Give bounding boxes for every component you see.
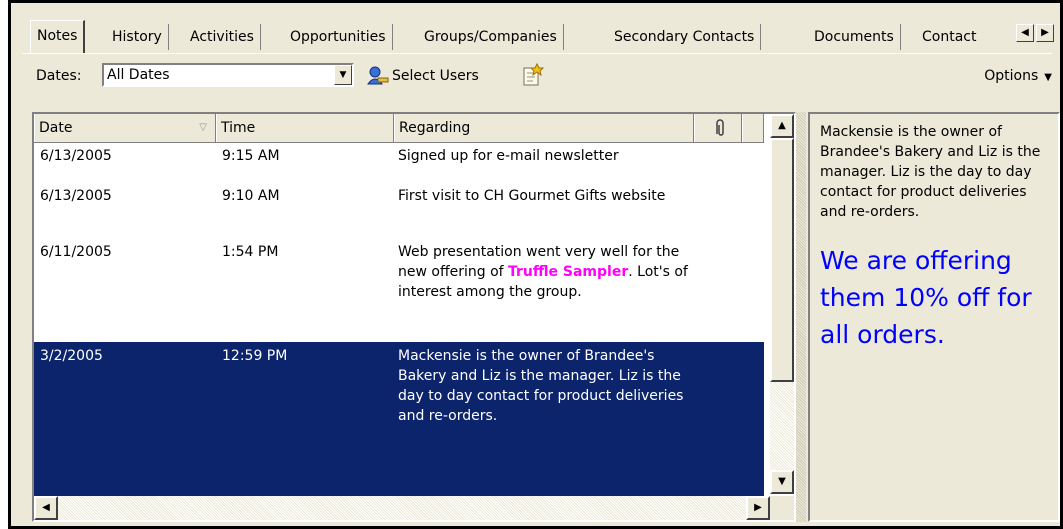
row-regarding: Signed up for e-mail newsletter: [398, 148, 619, 164]
row-time: 1:54 PM: [222, 244, 279, 260]
row-regarding: Mackensie is the owner of Brandee's Bake…: [398, 348, 684, 424]
tab-notes[interactable]: Notes: [30, 20, 86, 53]
scrollbar-thumb[interactable]: [770, 138, 794, 382]
row-regarding: First visit to CH Gourmet Gifts website: [398, 188, 666, 204]
tab-documents[interactable]: Documents: [808, 24, 901, 50]
preview-text: Mackensie is the owner of Brandee's Bake…: [820, 124, 1041, 220]
options-menu[interactable]: Options ▼: [984, 68, 1052, 84]
row-date: 6/13/2005: [40, 148, 112, 164]
tab-activities[interactable]: Activities: [184, 24, 261, 50]
tab-scroll-right-icon[interactable]: ▶: [1036, 24, 1054, 42]
row-time: 12:59 PM: [222, 348, 288, 364]
preview-offer-text: We are offering them 10% off for all ord…: [820, 246, 1032, 349]
toolbar: Dates: All Dates ▼ Select Users Options ▼: [22, 60, 1052, 94]
dates-dropdown[interactable]: All Dates ▼: [102, 63, 354, 87]
tab-secondary-contacts[interactable]: Secondary Contacts: [608, 24, 762, 50]
dates-label: Dates:: [36, 68, 82, 84]
row-date: 6/11/2005: [40, 244, 112, 260]
row-date: 6/13/2005: [40, 188, 112, 204]
row-date: 3/2/2005: [40, 348, 103, 364]
pane-splitter[interactable]: [796, 112, 806, 522]
row-regarding: Web presentation went very well for the …: [398, 242, 688, 302]
row-time: 9:10 AM: [222, 188, 280, 204]
note-preview-pane: Mackensie is the owner of Brandee's Bake…: [808, 112, 1060, 522]
row-time: 9:15 AM: [222, 148, 280, 164]
regarding-highlight: Truffle Sampler: [508, 264, 629, 280]
tab-contact[interactable]: Contact: [916, 24, 982, 50]
tab-strip: Notes History Activities Opportunities G…: [22, 20, 1022, 53]
select-users-button[interactable]: Select Users: [392, 68, 479, 84]
frame-border-top: [8, 0, 1063, 3]
column-header-time[interactable]: Time: [216, 114, 394, 142]
notes-grid: Date ▽ Time Regarding 6/13/2005 9:15 AM S…: [32, 112, 796, 522]
chevron-down-icon[interactable]: ▼: [334, 65, 352, 85]
table-row-selected[interactable]: 3/2/2005 12:59 PM Mackensie is the owner…: [34, 342, 764, 498]
chevron-down-icon: ▼: [1044, 72, 1052, 83]
dates-value: All Dates: [107, 67, 170, 83]
table-row[interactable]: 6/11/2005 1:54 PM Web presentation went …: [34, 238, 764, 342]
scrollbar-corner: [770, 496, 794, 520]
column-header-regarding[interactable]: Regarding: [394, 114, 694, 142]
column-date-label: Date: [39, 120, 73, 136]
scroll-down-icon[interactable]: ▼: [770, 470, 794, 494]
attachment-icon[interactable]: [694, 114, 742, 142]
table-row[interactable]: 6/13/2005 9:10 AM First visit to CH Gour…: [34, 182, 764, 238]
tab-groups-companies[interactable]: Groups/Companies: [418, 24, 564, 50]
scroll-up-icon[interactable]: ▲: [770, 114, 794, 138]
users-icon[interactable]: [366, 64, 390, 88]
table-row[interactable]: 6/13/2005 9:15 AM Signed up for e-mail n…: [34, 142, 764, 182]
tab-divider: [22, 53, 1052, 54]
vertical-scrollbar[interactable]: ▲ ▼: [770, 114, 794, 494]
grid-header: Date ▽ Time Regarding: [34, 114, 764, 143]
tab-opportunities[interactable]: Opportunities: [284, 24, 393, 50]
column-header-extra[interactable]: [742, 114, 764, 142]
options-label: Options: [984, 68, 1039, 84]
column-header-date[interactable]: Date ▽: [34, 114, 216, 142]
tab-history[interactable]: History: [106, 24, 169, 50]
scroll-left-icon[interactable]: ◀: [34, 496, 58, 520]
horizontal-scrollbar[interactable]: ◀ ▶: [34, 496, 770, 520]
sort-indicator-icon: ▽: [199, 122, 207, 133]
scroll-right-icon[interactable]: ▶: [746, 496, 770, 520]
note-icon[interactable]: [520, 62, 546, 88]
tab-scroll-left-icon[interactable]: ◀: [1016, 24, 1034, 42]
